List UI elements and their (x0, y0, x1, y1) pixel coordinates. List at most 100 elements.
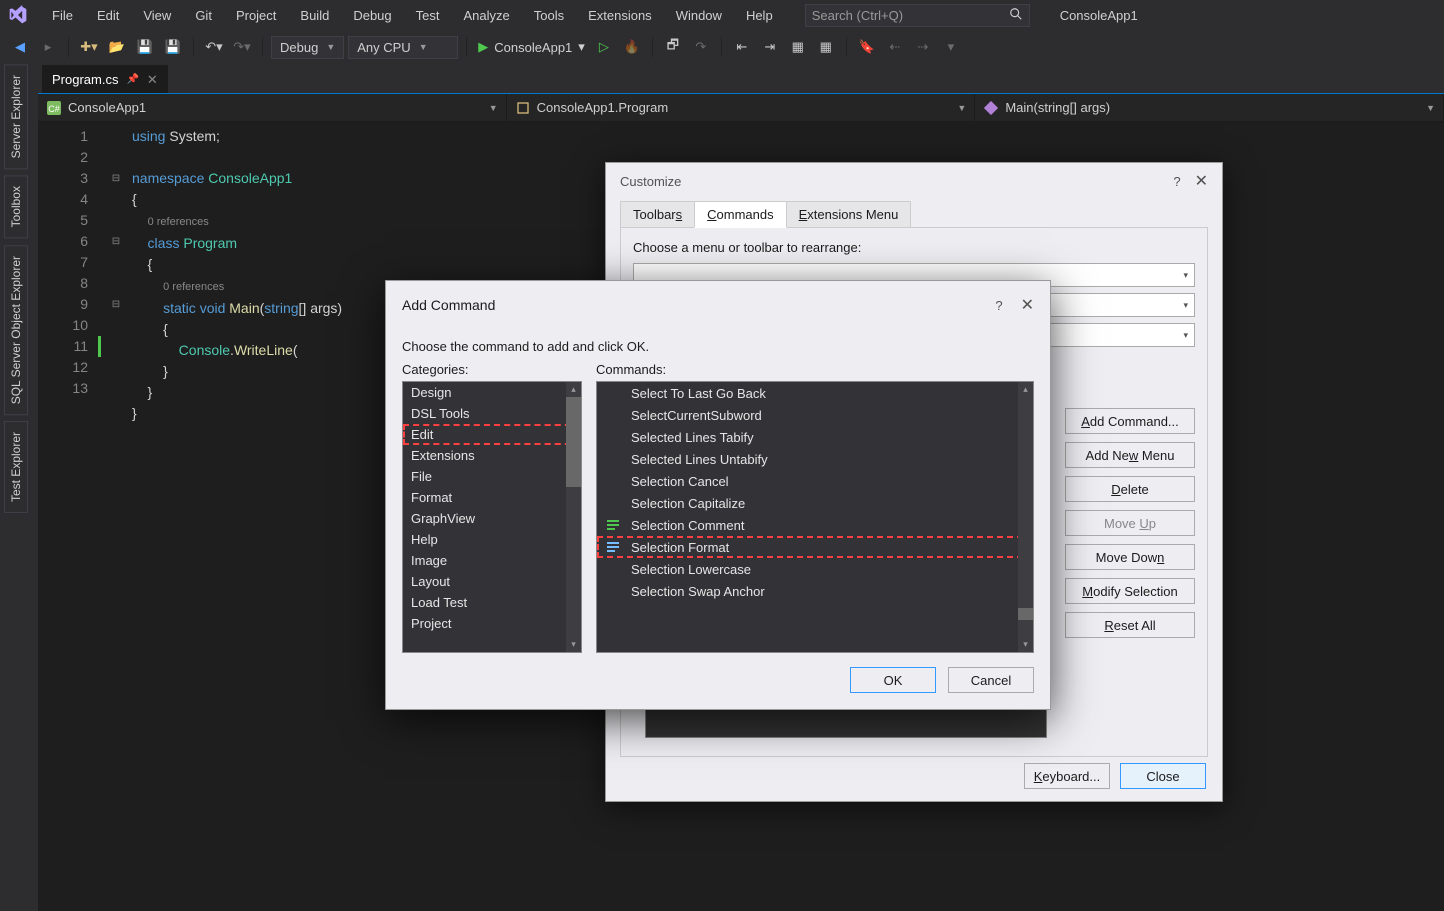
fold-margin[interactable]: ⊟⊟⊟ (106, 122, 126, 911)
command-icon (605, 495, 621, 511)
command-item[interactable]: Selection Lowercase (597, 558, 1033, 580)
command-icon (605, 517, 621, 533)
menu-git[interactable]: Git (183, 0, 224, 30)
reset-all-button[interactable]: Reset All (1065, 612, 1195, 638)
document-tab-strip: Program.cs 📌 ✕ (38, 64, 1444, 94)
side-tab-test-explorer[interactable]: Test Explorer (4, 421, 28, 513)
commands-listbox[interactable]: Select To Last Go BackSelectCurrentSubwo… (596, 381, 1034, 653)
indent-less-icon[interactable]: ⇤ (730, 35, 754, 59)
cancel-button[interactable]: Cancel (948, 667, 1034, 693)
customize-tab-extensions-menu[interactable]: Extensions Menu (786, 201, 912, 228)
side-tab-server-explorer[interactable]: Server Explorer (4, 64, 28, 169)
nav-project-combo[interactable]: C# ConsoleApp1▼ (38, 94, 507, 121)
menu-file[interactable]: File (40, 0, 85, 30)
command-item[interactable]: SelectCurrentSubword (597, 404, 1033, 426)
add-new-menu-button[interactable]: Add New Menu (1065, 442, 1195, 468)
class-icon (515, 100, 531, 116)
open-file-button[interactable]: 📂 (105, 35, 129, 59)
category-item[interactable]: Extensions (403, 445, 581, 466)
commands-label: Commands: (596, 362, 1034, 377)
category-item[interactable]: Project (403, 613, 581, 634)
category-item[interactable]: GraphView (403, 508, 581, 529)
document-tab[interactable]: Program.cs 📌 ✕ (42, 65, 168, 93)
close-button[interactable]: Close (1120, 763, 1206, 789)
undo-button[interactable]: ↶▾ (202, 35, 226, 59)
help-icon[interactable]: ? (1173, 174, 1180, 189)
command-item[interactable]: Selection Swap Anchor (597, 580, 1033, 602)
ok-button[interactable]: OK (850, 667, 936, 693)
modify-selection-button[interactable]: Modify Selection (1065, 578, 1195, 604)
command-item[interactable]: Select To Last Go Back (597, 382, 1033, 404)
svg-text:C#: C# (48, 104, 60, 114)
menu-window[interactable]: Window (664, 0, 734, 30)
search-icon (1009, 7, 1023, 24)
menu-extensions[interactable]: Extensions (576, 0, 664, 30)
close-icon[interactable]: ✕ (147, 72, 158, 88)
category-item[interactable]: Image (403, 550, 581, 571)
main-toolbar: ◀ ▸ ✚▾ 📂 💾 💾 ↶▾ ↷▾ Debug▼ Any CPU▼ ▶Cons… (0, 30, 1444, 64)
customize-tab-commands[interactable]: Commands (694, 201, 786, 228)
categories-listbox[interactable]: DesignDSL ToolsEditExtensionsFileFormatG… (402, 381, 582, 653)
menu-test[interactable]: Test (404, 0, 452, 30)
start-debug-button[interactable]: ▶ConsoleApp1▾ (475, 35, 588, 59)
start-nodebug-button[interactable]: ▷ (592, 35, 616, 59)
category-item[interactable]: Edit (403, 424, 581, 445)
category-item[interactable]: Format (403, 487, 581, 508)
save-button[interactable]: 💾 (133, 35, 157, 59)
menu-project[interactable]: Project (224, 0, 288, 30)
add-command-dialog: Add Command ? ✕ Choose the command to ad… (385, 280, 1051, 710)
comment-icon[interactable]: ▦ (786, 35, 810, 59)
menu-help[interactable]: Help (734, 0, 785, 30)
category-item[interactable]: File (403, 466, 581, 487)
category-item[interactable]: Design (403, 382, 581, 403)
command-item[interactable]: Selected Lines Tabify (597, 426, 1033, 448)
document-tab-label: Program.cs (52, 72, 118, 87)
customize-title: Customize (620, 174, 1173, 189)
side-tab-sql-server-object-explorer[interactable]: SQL Server Object Explorer (4, 245, 28, 415)
command-item[interactable]: Selection Cancel (597, 470, 1033, 492)
command-item[interactable]: Selection Comment (597, 514, 1033, 536)
new-project-button[interactable]: ✚▾ (77, 35, 101, 59)
command-item[interactable]: Selected Lines Untabify (597, 448, 1033, 470)
menu-view[interactable]: View (131, 0, 183, 30)
menu-analyze[interactable]: Analyze (451, 0, 521, 30)
menu-tools[interactable]: Tools (522, 0, 576, 30)
category-item[interactable]: Help (403, 529, 581, 550)
menu-edit[interactable]: Edit (85, 0, 131, 30)
bookmark-prev-icon: ⇠ (883, 35, 907, 59)
menu-build[interactable]: Build (288, 0, 341, 30)
customize-prompt: Choose a menu or toolbar to rearrange: (633, 240, 1195, 255)
close-icon[interactable]: ✕ (1195, 171, 1208, 191)
delete-button[interactable]: Delete (1065, 476, 1195, 502)
add-command-button[interactable]: Add Command... (1065, 408, 1195, 434)
command-item[interactable]: Selection Format (597, 536, 1033, 558)
category-item[interactable]: Layout (403, 571, 581, 592)
nav-back-button[interactable]: ◀ (8, 35, 32, 59)
browse-button[interactable]: 🗗 (661, 35, 685, 59)
command-icon (605, 473, 621, 489)
category-item[interactable]: DSL Tools (403, 403, 581, 424)
category-item[interactable]: Load Test (403, 592, 581, 613)
bookmark-icon[interactable]: 🔖 (855, 35, 879, 59)
pin-icon[interactable]: 📌 (126, 74, 138, 85)
uncomment-icon[interactable]: ▦ (814, 35, 838, 59)
menu-bar: FileEditViewGitProjectBuildDebugTestAnal… (0, 0, 1444, 30)
side-tab-toolbox[interactable]: Toolbox (4, 175, 28, 238)
search-input[interactable]: Search (Ctrl+Q) (805, 4, 1030, 27)
indent-more-icon[interactable]: ⇥ (758, 35, 782, 59)
overflow-icon[interactable]: ▾ (939, 35, 963, 59)
menu-debug[interactable]: Debug (341, 0, 403, 30)
help-icon[interactable]: ? (995, 298, 1002, 313)
move-down-button[interactable]: Move Down (1065, 544, 1195, 570)
close-icon[interactable]: ✕ (1021, 295, 1034, 315)
keyboard-button[interactable]: Keyboard... (1024, 763, 1110, 789)
config-combo[interactable]: Debug▼ (271, 36, 344, 59)
platform-combo[interactable]: Any CPU▼ (348, 36, 458, 59)
categories-label: Categories: (402, 362, 582, 377)
nav-method-combo[interactable]: Main(string[] args)▼ (975, 94, 1444, 121)
customize-tab-toolbars[interactable]: Toolbars (620, 201, 695, 228)
nav-class-combo[interactable]: ConsoleApp1.Program▼ (507, 94, 976, 121)
save-all-button[interactable]: 💾 (161, 35, 185, 59)
add-command-instruction: Choose the command to add and click OK. (402, 339, 1034, 354)
command-item[interactable]: Selection Capitalize (597, 492, 1033, 514)
